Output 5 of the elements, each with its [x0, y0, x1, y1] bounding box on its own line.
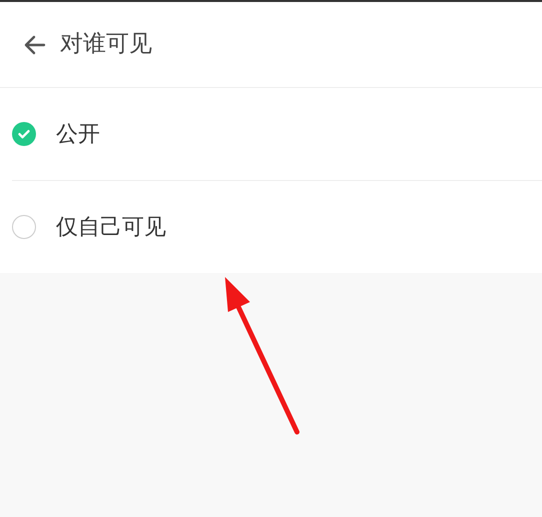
option-label: 公开 — [56, 120, 100, 148]
option-label: 仅自己可见 — [56, 214, 166, 242]
option-row[interactable]: 仅自己可见 — [12, 181, 542, 273]
option-row[interactable]: 公开 — [12, 88, 542, 180]
page-title: 对谁可见 — [60, 30, 152, 60]
